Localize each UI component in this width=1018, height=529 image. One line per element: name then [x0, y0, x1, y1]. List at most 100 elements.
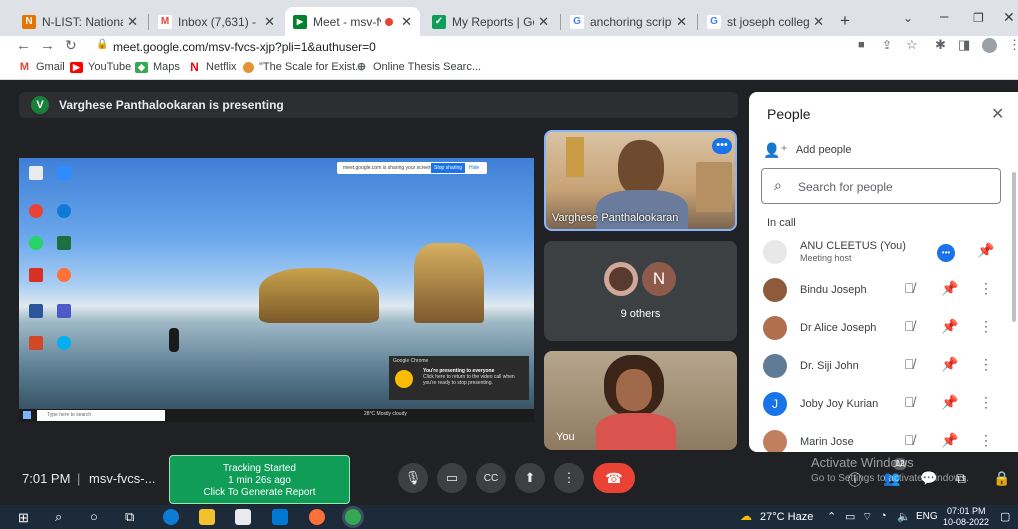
recycle-bin-icon[interactable]	[29, 166, 43, 180]
tray-chevron-icon[interactable]: ⌃	[827, 510, 836, 523]
self-video-tile[interactable]: You	[544, 351, 737, 450]
close-panel-icon[interactable]: ✕	[991, 104, 1004, 124]
tab-nlist[interactable]: N N-LIST: National Libra ✕	[14, 7, 146, 36]
word-icon[interactable]	[29, 304, 43, 318]
pin-icon[interactable]: 📌	[941, 394, 958, 411]
reload-icon[interactable]: ↻	[65, 37, 77, 54]
camera-button[interactable]: ▭	[437, 463, 467, 493]
captions-button[interactable]: CC	[476, 463, 506, 493]
more-vert-icon[interactable]: ⋮	[979, 318, 993, 335]
mail-icon[interactable]	[272, 509, 288, 525]
more-vert-icon[interactable]: ⋮	[979, 432, 993, 449]
edge-icon[interactable]	[163, 509, 179, 525]
minimize-icon[interactable]: –	[940, 8, 948, 25]
close-tab-icon[interactable]: ✕	[401, 14, 412, 30]
tab-stjoseph[interactable]: Gst joseph college of te✕	[699, 7, 832, 36]
chrome-icon[interactable]	[29, 204, 43, 218]
store-icon[interactable]	[235, 509, 251, 525]
search-icon[interactable]: ⌕	[55, 509, 62, 525]
new-tab-icon[interactable]: +	[840, 11, 850, 31]
teams-icon[interactable]	[57, 304, 71, 318]
bookmark-youtube[interactable]: ▶ YouTube	[70, 61, 131, 73]
pin-icon[interactable]: 📌	[941, 318, 958, 335]
pin-icon[interactable]: 📌	[941, 356, 958, 373]
participant-row[interactable]: Dr Alice Joseph 🎙̸ 📌 ⋮	[749, 310, 1009, 348]
wifi-icon[interactable]: ◔	[880, 510, 887, 522]
network-icon[interactable]: ⌔	[862, 510, 872, 524]
address-bar[interactable]: meet.google.com/msv-fvcs-xjp?pli=1&authu…	[113, 40, 376, 54]
add-people-button[interactable]: 👤⁺ Add people	[763, 140, 852, 160]
skype-icon[interactable]	[57, 336, 71, 350]
pin-icon[interactable]: 📌	[977, 242, 994, 259]
pin-icon[interactable]: 📌	[941, 280, 958, 297]
firefox-icon[interactable]	[57, 268, 71, 282]
tab-gmail[interactable]: M Inbox (7,631) - anufra ✕	[150, 7, 283, 36]
close-tab-icon[interactable]: ✕	[813, 14, 824, 30]
clock-time[interactable]: 07:01 PM	[947, 506, 986, 516]
share-icon[interactable]: ⇪	[882, 38, 892, 52]
powerpoint-icon[interactable]	[29, 336, 43, 350]
participant-row[interactable]: Dr. Siji John 🎙̸ 📌 ⋮	[749, 348, 1009, 386]
close-tab-icon[interactable]: ✕	[127, 14, 138, 30]
adobe-icon[interactable]	[29, 268, 43, 282]
restore-icon[interactable]: ❐	[973, 11, 984, 25]
more-vert-icon[interactable]: ⋮	[979, 280, 993, 297]
zoom-icon[interactable]	[57, 166, 71, 180]
notification-center-icon[interactable]: ▢	[1000, 510, 1010, 523]
people-search-input[interactable]: ⌕ Search for people	[761, 168, 1001, 204]
tracking-report-button[interactable]: Tracking Started 1 min 26s ago Click To …	[169, 455, 350, 504]
tab-anchoring[interactable]: Ganchoring script for p✕	[562, 7, 695, 36]
hide-button[interactable]: Hide	[469, 162, 479, 174]
chrome-icon[interactable]	[345, 509, 361, 525]
host-controls-icon[interactable]: 🔒	[993, 470, 1010, 487]
firefox-icon[interactable]	[309, 509, 325, 525]
close-tab-icon[interactable]: ✕	[264, 14, 275, 30]
camera-in-use-icon[interactable]: ■	[858, 39, 865, 51]
tab-meet[interactable]: ▶ Meet - msv-fvcs- ✕	[285, 7, 420, 36]
participant-row[interactable]: Marin Jose 🎙̸ 📌 ⋮	[749, 424, 1009, 452]
bookmark-thesis[interactable]: ⊕ Online Thesis Searc...	[355, 61, 481, 73]
more-options-icon[interactable]: •••	[712, 138, 732, 154]
taskbar-weather[interactable]: 27°C Haze	[760, 511, 813, 523]
clock-date[interactable]: 10-08-2022	[943, 517, 989, 527]
presenter-video-tile[interactable]: ••• Varghese Panthalookaran	[544, 130, 737, 231]
input-language[interactable]: ENG	[916, 511, 938, 522]
profile-avatar-icon[interactable]	[982, 38, 997, 53]
side-panel-icon[interactable]: ◨	[958, 37, 970, 53]
extensions-icon[interactable]: ✱	[935, 37, 946, 53]
stop-sharing-button[interactable]: Stop sharing	[431, 163, 466, 173]
leave-call-button[interactable]: ☎	[593, 463, 635, 493]
close-window-icon[interactable]: ✕	[1003, 9, 1015, 26]
more-vert-icon[interactable]: ⋮	[979, 356, 993, 373]
bookmark-maps[interactable]: ◆ Maps	[135, 61, 180, 73]
more-vert-icon[interactable]: ⋮	[979, 394, 993, 411]
bookmark-scale[interactable]: "The Scale for Exist...	[243, 61, 364, 73]
menu-icon[interactable]: ⋮	[1008, 37, 1018, 53]
whatsapp-icon[interactable]	[29, 236, 43, 250]
close-tab-icon[interactable]: ✕	[676, 14, 687, 30]
more-options-button[interactable]: ⋮	[554, 463, 584, 493]
bookmark-gmail[interactable]: M Gmail	[18, 61, 65, 73]
close-tab-icon[interactable]: ✕	[538, 14, 549, 30]
bookmark-netflix[interactable]: N Netflix	[188, 61, 236, 74]
edge-icon[interactable]	[57, 204, 71, 218]
shared-screen[interactable]: meet.google.com is sharing your screen. …	[19, 158, 534, 422]
others-tile[interactable]: N 9 others	[544, 241, 737, 341]
volume-icon[interactable]: 🔈	[897, 510, 911, 523]
bookmark-star-icon[interactable]: ☆	[906, 37, 918, 53]
cortana-icon[interactable]: ○	[90, 509, 98, 524]
file-explorer-icon[interactable]	[199, 509, 215, 525]
present-button[interactable]: ⬆	[515, 463, 545, 493]
presenting-notification[interactable]: Google Chrome You're presenting to every…	[389, 356, 529, 400]
mic-button[interactable]: 🎙	[398, 463, 428, 493]
back-icon[interactable]: ←	[16, 37, 31, 54]
more-actions-icon[interactable]: •••	[937, 244, 955, 262]
pin-icon[interactable]: 📌	[941, 432, 958, 449]
participant-row[interactable]: J Joby Joy Kurian 🎙̸ 📌 ⋮	[749, 386, 1009, 424]
windows-start-icon[interactable]: ⊞	[18, 510, 29, 526]
participant-row-host[interactable]: ANU CLEETUS (You) Meeting host ••• 📌	[749, 234, 1009, 272]
forward-icon[interactable]: →	[40, 37, 55, 54]
excel-icon[interactable]	[57, 236, 71, 250]
people-scrollbar[interactable]	[1012, 172, 1016, 322]
tab-search-icon[interactable]: ⌄	[903, 11, 913, 25]
